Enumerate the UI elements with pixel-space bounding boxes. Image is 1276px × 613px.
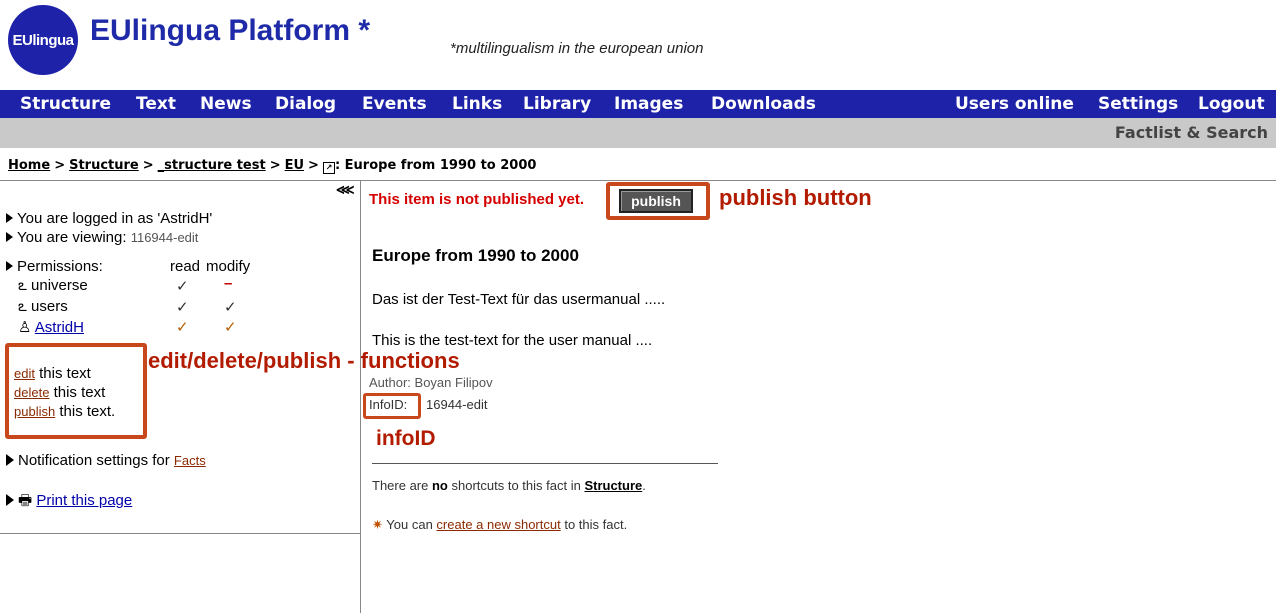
nav-text[interactable]: Text	[136, 90, 176, 118]
nav-structure[interactable]: Structure	[20, 90, 111, 118]
breadcrumb: Home > Structure > _structure test > EU > ↗: Eur…	[8, 158, 537, 174]
breadcrumb-structure[interactable]: Structure	[69, 158, 139, 173]
logo-text: EUlingua	[12, 31, 74, 49]
annotation-publish-button: publish button	[719, 185, 872, 210]
group-icon: ఽ	[18, 298, 27, 315]
publish-highlight-box	[606, 182, 710, 220]
print-line: 🖶 Print this page	[6, 490, 132, 515]
shortcuts-text: .	[642, 478, 646, 493]
create-shortcut-line: ✷ You can create a new shortcut to this …	[372, 517, 627, 533]
shortcuts-no: no	[431, 478, 448, 493]
collapse-sidebar-icon[interactable]: ⋘	[336, 182, 355, 198]
notification-settings: Notification settings for Facts	[6, 452, 206, 469]
divider	[0, 180, 1276, 181]
group-icon: ఽ	[18, 277, 27, 294]
perm-denied: –	[224, 275, 233, 292]
breadcrumb-eu[interactable]: EU	[285, 158, 304, 173]
not-published-notice: This item is not published yet.	[369, 191, 585, 208]
tagline: *multilingualism in the european union	[450, 40, 704, 57]
bullet-icon	[6, 454, 14, 466]
breadcrumb-current: : Europe from 1990 to 2000	[334, 158, 537, 173]
facts-link[interactable]: Facts	[174, 453, 206, 468]
annotation-infoid: infoID	[376, 427, 436, 450]
perm-name: users	[31, 298, 68, 315]
viewing-label: You are viewing:	[17, 229, 127, 246]
annotation-functions: edit/delete/publish - functions	[148, 348, 460, 373]
structure-link[interactable]: Structure	[584, 478, 642, 493]
perm-check: ✓	[176, 319, 189, 336]
column-divider	[360, 180, 361, 613]
nav-downloads[interactable]: Downloads	[711, 90, 816, 118]
sidebar-divider	[0, 533, 360, 534]
nav-links[interactable]: Links	[452, 90, 502, 118]
notification-label: Notification settings for	[18, 452, 174, 469]
printer-icon: 🖶	[18, 492, 33, 509]
viewing-value: 116944-edit	[130, 230, 199, 245]
app-title: EUlingua Platform *	[90, 14, 371, 47]
perm-row-astridh: ♙ AstridH	[18, 318, 84, 336]
nav-library[interactable]: Library	[523, 90, 591, 118]
bullet-icon	[6, 232, 13, 242]
create-shortcut-link[interactable]: create a new shortcut	[436, 517, 560, 532]
content-divider	[372, 463, 718, 464]
sub-bar: Factlist & Search	[0, 118, 1276, 148]
perm-read-header: read	[170, 258, 201, 275]
shortcuts-text: shortcuts to this fact in	[447, 478, 585, 493]
perm-row-universe: ఽ universe	[18, 277, 88, 298]
perm-check: ✓	[176, 299, 189, 316]
main-nav: Structure Text News Dialog Events Links …	[0, 90, 1276, 118]
perm-name: universe	[31, 277, 88, 294]
perm-modify-header: modify	[206, 258, 251, 275]
bullet-icon	[6, 261, 13, 271]
breadcrumb-home[interactable]: Home	[8, 158, 50, 173]
logged-in-text: You are logged in as 'AstridH'	[17, 210, 213, 227]
item-title: Europe from 1990 to 2000	[372, 246, 579, 265]
logo[interactable]: EUlingua	[8, 5, 78, 75]
create-text: to this fact.	[560, 517, 628, 532]
perm-check: ✓	[224, 319, 237, 336]
bullet-icon	[6, 213, 13, 223]
author: Author: Boyan Filipov	[369, 375, 493, 390]
perm-row-users: ఽ users	[18, 298, 68, 319]
logged-in-line: You are logged in as 'AstridH'	[6, 210, 212, 227]
nav-images[interactable]: Images	[614, 90, 683, 118]
nav-users-online[interactable]: Users online	[955, 90, 1074, 118]
permissions-label: Permissions:	[6, 258, 103, 275]
breadcrumb-structure-test[interactable]: _structure test	[158, 158, 266, 173]
nav-dialog[interactable]: Dialog	[275, 90, 336, 118]
user-link-astridh[interactable]: AstridH	[35, 319, 84, 336]
infoid-highlight-box	[363, 393, 421, 419]
factlist-search-link[interactable]: Factlist & Search	[1115, 118, 1268, 148]
create-text: You can	[386, 517, 437, 532]
permissions-label-text: Permissions:	[17, 258, 103, 275]
star-icon: ✷	[372, 517, 383, 532]
nav-logout[interactable]: Logout	[1198, 90, 1265, 118]
perm-check: ✓	[224, 299, 237, 316]
nav-settings[interactable]: Settings	[1098, 90, 1178, 118]
text-en: This is the test-text for the user manua…	[372, 332, 653, 349]
infoid-value: 16944-edit	[426, 397, 488, 412]
fact-icon: ↗	[322, 162, 335, 174]
viewing-line: You are viewing: 116944-edit	[6, 229, 198, 246]
shortcuts-text: There are	[372, 478, 432, 493]
print-link[interactable]: Print this page	[36, 492, 132, 509]
text-de: Das ist der Test-Text für das usermanual…	[372, 291, 666, 308]
bullet-icon	[6, 494, 14, 506]
perm-check: ✓	[176, 278, 189, 295]
user-icon: ♙	[18, 319, 32, 336]
nav-news[interactable]: News	[200, 90, 252, 118]
shortcuts-info: There are no shortcuts to this fact in S…	[372, 478, 646, 493]
nav-events[interactable]: Events	[362, 90, 427, 118]
functions-highlight-box	[5, 343, 147, 439]
